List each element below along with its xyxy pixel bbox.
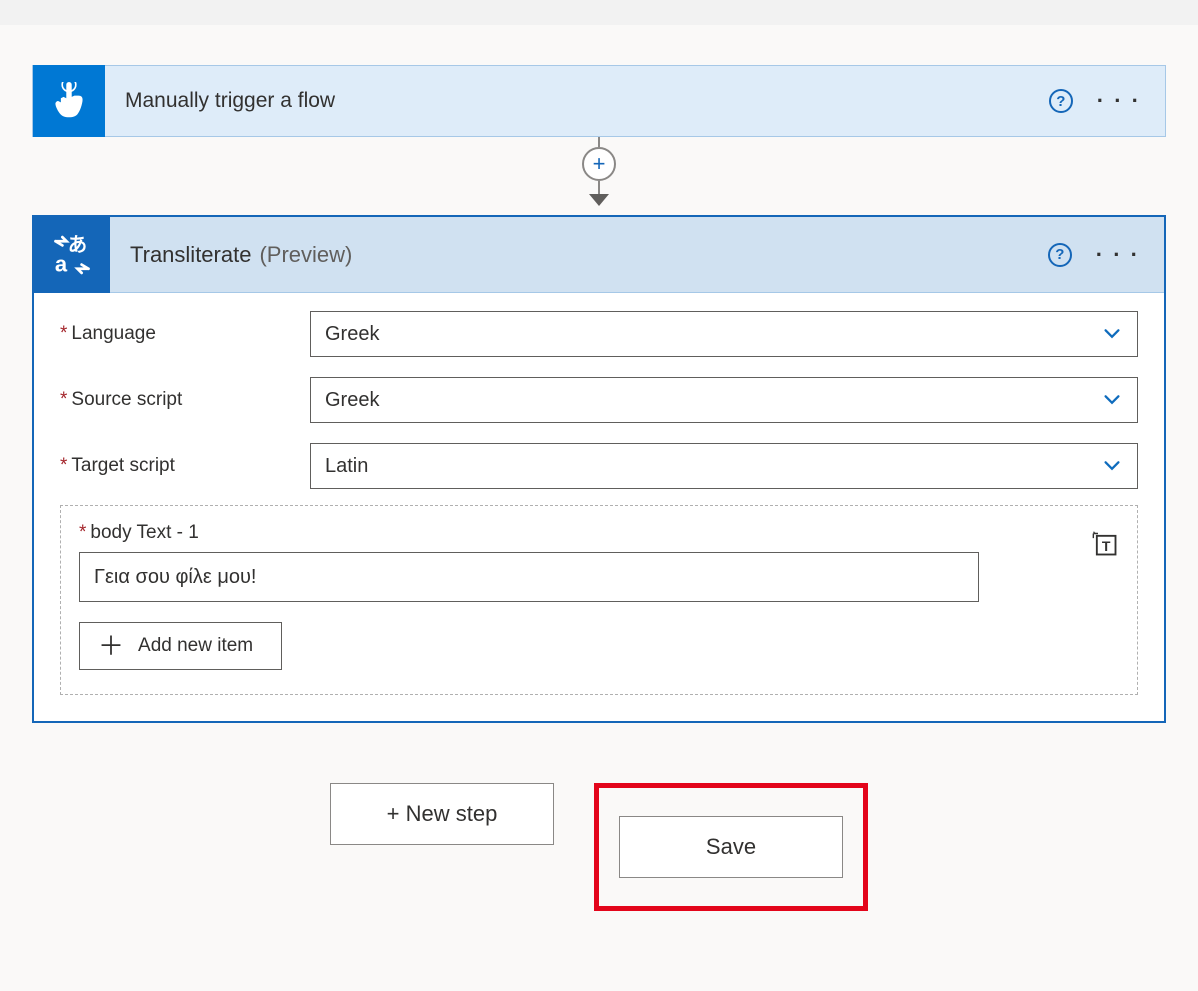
help-icon[interactable]: ? (1048, 243, 1072, 267)
connector: + (32, 137, 1166, 215)
field-label-source-script: *Source script (60, 389, 310, 411)
switch-to-text-mode-icon[interactable]: T (1091, 530, 1119, 558)
field-row-target-script: *Target script Latin (60, 443, 1138, 489)
svg-text:a: a (55, 251, 68, 276)
field-row-source-script: *Source script Greek (60, 377, 1138, 423)
svg-text:あ: あ (68, 233, 87, 255)
target-script-dropdown[interactable]: Latin (310, 443, 1138, 489)
body-text-label: *body Text - 1 (79, 522, 1119, 544)
bottom-bar: + New step Save (32, 783, 1166, 911)
language-value: Greek (325, 323, 379, 346)
trigger-card[interactable]: Manually trigger a flow ? · · · (32, 65, 1166, 137)
chevron-down-icon (1101, 323, 1123, 345)
save-annotation-box: Save (594, 783, 868, 911)
save-button[interactable]: Save (619, 816, 843, 878)
manual-trigger-icon (33, 65, 105, 137)
transliterate-icon: あ a (34, 217, 110, 293)
field-label-target-script: *Target script (60, 455, 310, 477)
source-script-dropdown[interactable]: Greek (310, 377, 1138, 423)
chevron-down-icon (1101, 389, 1123, 411)
new-step-button[interactable]: + New step (330, 783, 554, 845)
arrow-down-icon (589, 194, 609, 206)
action-header[interactable]: あ a Transliterate (Preview) ? · · · (34, 217, 1164, 293)
more-icon[interactable]: · · · (1096, 250, 1164, 260)
action-card: あ a Transliterate (Preview) ? · · · *Lan… (32, 215, 1166, 723)
action-subtitle: (Preview) (251, 242, 1047, 268)
more-icon[interactable]: · · · (1097, 96, 1165, 106)
chevron-down-icon (1101, 455, 1123, 477)
trigger-title: Manually trigger a flow (105, 89, 1049, 113)
target-script-value: Latin (325, 455, 368, 478)
field-label-language: *Language (60, 323, 310, 345)
language-dropdown[interactable]: Greek (310, 311, 1138, 357)
help-icon[interactable]: ? (1049, 89, 1073, 113)
add-new-item-button[interactable]: ＋ Add new item (79, 622, 282, 670)
body-text-input[interactable] (79, 552, 979, 602)
body-text-section: *body Text - 1 T ＋ Add new item (60, 505, 1138, 695)
svg-text:T: T (1102, 538, 1111, 554)
source-script-value: Greek (325, 389, 379, 412)
action-title: Transliterate (110, 242, 251, 268)
plus-icon: ＋ (98, 633, 124, 659)
add-step-circle[interactable]: + (582, 147, 616, 181)
field-row-language: *Language Greek (60, 311, 1138, 357)
